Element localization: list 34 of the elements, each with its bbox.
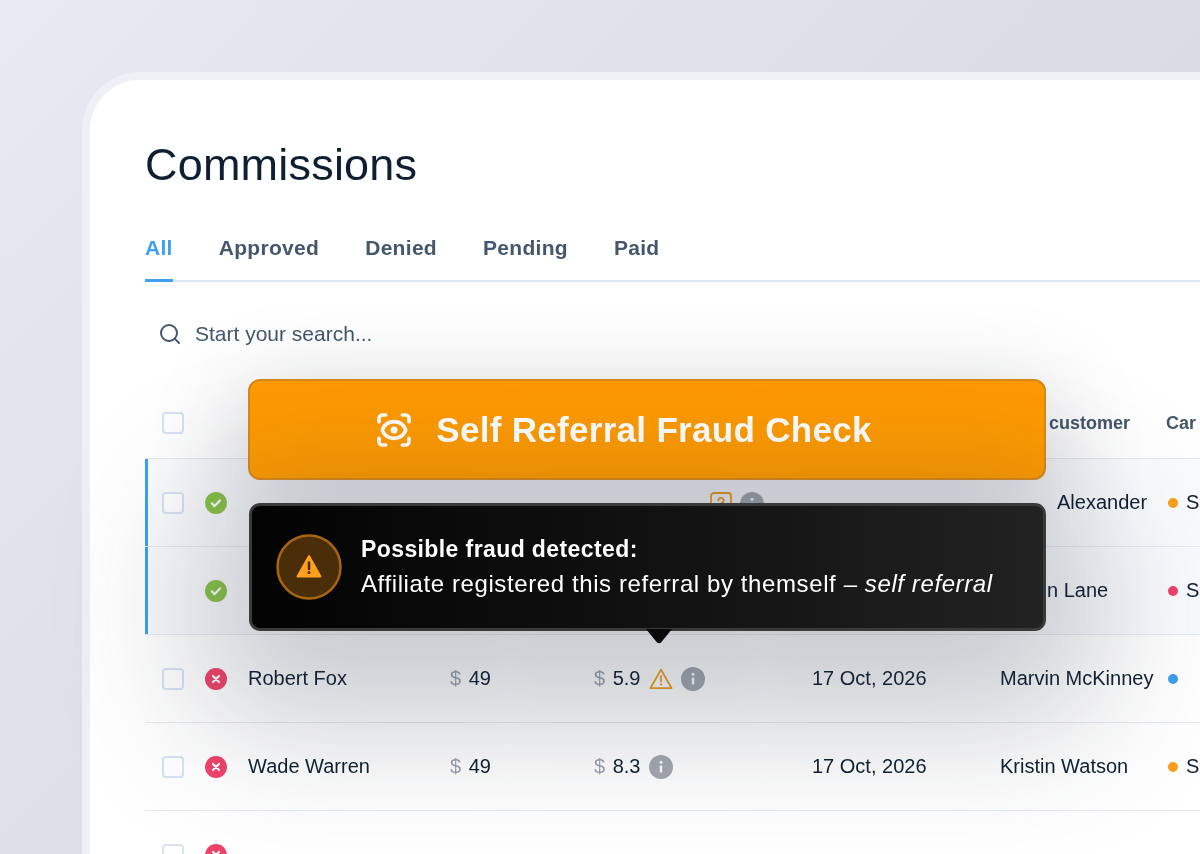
amount-value: $ 8.3	[594, 755, 641, 778]
select-all-checkbox[interactable]	[162, 412, 184, 434]
customer-name: n Lane	[1047, 579, 1109, 602]
customer-name: Marvin McKinney	[1000, 667, 1154, 690]
affiliate-name: Wade Warren	[248, 755, 370, 778]
campaign-name: S	[1186, 755, 1200, 778]
search-field[interactable]: Start your search...	[195, 322, 515, 346]
date-text: 17 Oct, 2026	[812, 667, 927, 690]
alert-title: Possible fraud detected:	[361, 536, 639, 563]
column-header: customer	[1049, 412, 1132, 434]
warning-icon	[276, 534, 342, 600]
banner-title: Self Referral Fraud Check	[436, 409, 872, 450]
customer-name: Alexander	[1057, 491, 1148, 514]
customer-name: Kristin Watson	[1000, 755, 1129, 778]
filter-tab[interactable]: Paid	[613, 236, 660, 282]
filter-tab[interactable]: Pending	[483, 236, 568, 282]
warning-icon	[648, 667, 673, 690]
filter-tab[interactable]: Denied	[365, 236, 437, 282]
filter-tab[interactable]: Approved	[218, 236, 320, 282]
row-checkbox[interactable]	[162, 667, 184, 690]
amount-value: $ 49	[450, 667, 491, 690]
column-header: Car	[1166, 412, 1197, 434]
amount-value: $ 5.9	[594, 667, 641, 690]
amount-value: $ 49	[450, 755, 491, 778]
affiliate-name: Robert Fox	[248, 667, 347, 690]
campaign-name: S	[1186, 491, 1200, 514]
search-icon	[158, 322, 182, 346]
date-text: 17 Oct, 2026	[812, 755, 927, 778]
page-title: Commissions	[145, 144, 419, 186]
campaign-name: S	[1186, 579, 1200, 602]
alert-message: Affiliate registered this referral by themself – self referral	[361, 570, 993, 598]
tooltip-arrow-icon	[646, 629, 672, 644]
row-checkbox[interactable]	[162, 755, 184, 778]
row-checkbox[interactable]	[162, 491, 184, 514]
